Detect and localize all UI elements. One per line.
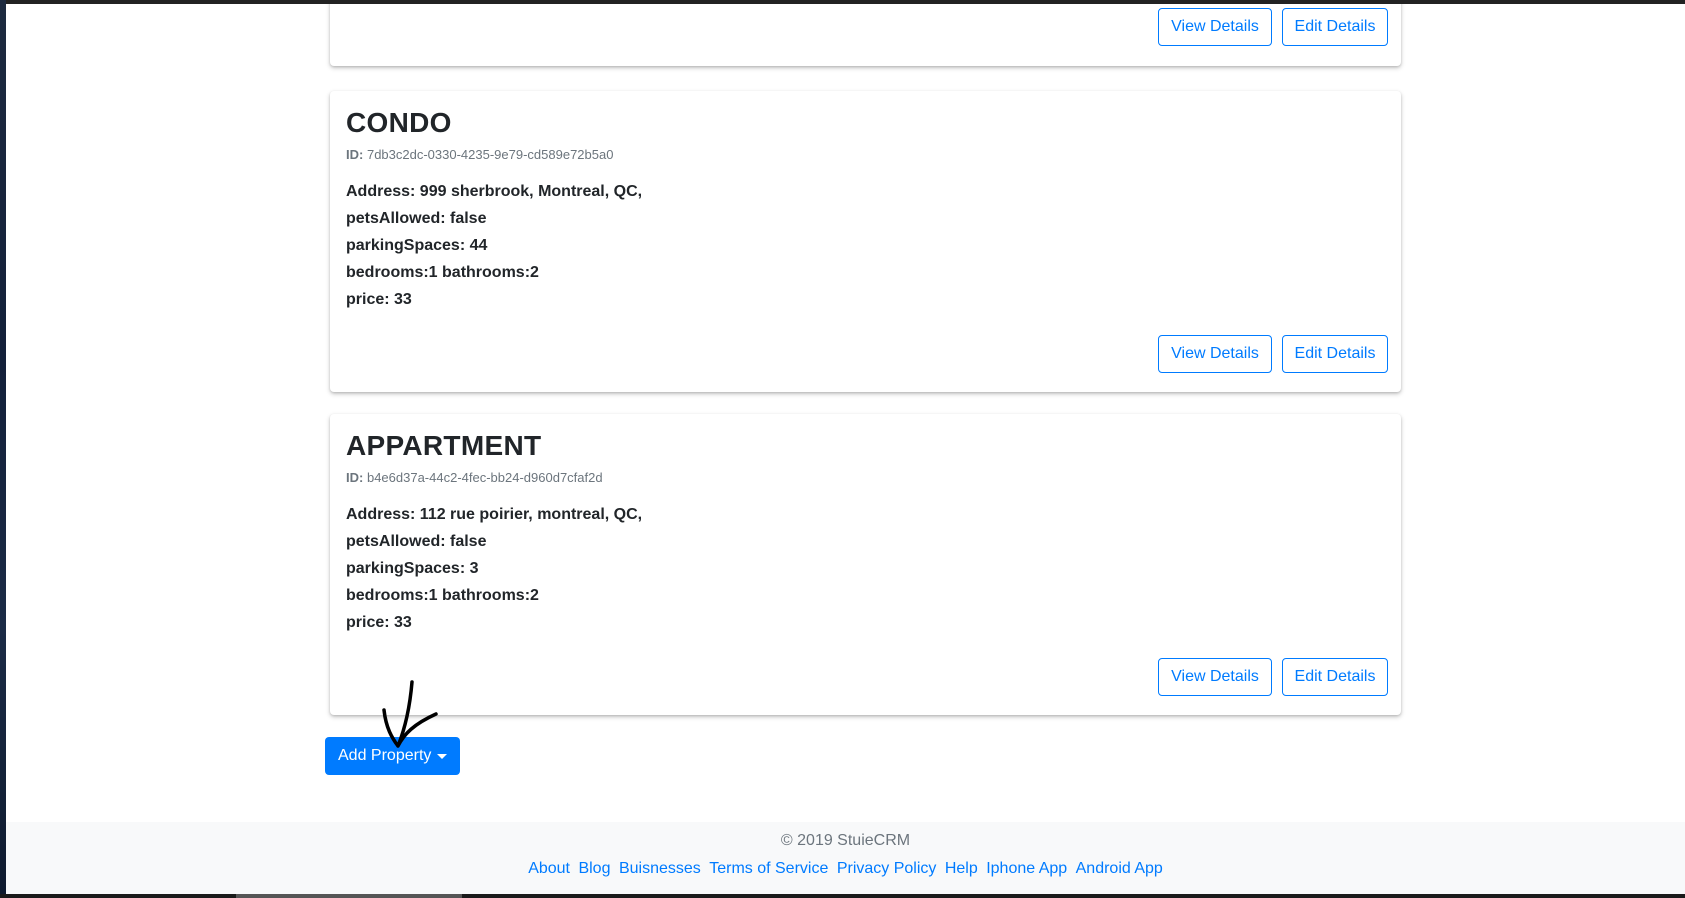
view-details-button[interactable]: View Details — [1158, 658, 1272, 696]
edit-details-button[interactable]: Edit Details — [1282, 658, 1388, 696]
footer-links: About Blog Buisnesses Terms of Service P… — [6, 860, 1685, 878]
page-viewport: View Details Edit Details CONDO ID: 7db3… — [6, 4, 1685, 894]
footer-link-android-app[interactable]: Android App — [1076, 860, 1163, 877]
property-price: price: 33 — [346, 614, 412, 631]
property-parking-spaces: parkingSpaces: 3 — [346, 560, 479, 577]
property-address: Address: 112 rue poirier, montreal, QC, — [346, 506, 643, 523]
property-parking-spaces: parkingSpaces: 44 — [346, 237, 488, 254]
footer-link-privacy[interactable]: Privacy Policy — [837, 860, 937, 877]
footer-link-about[interactable]: About — [528, 860, 570, 877]
property-pets-allowed: petsAllowed: false — [346, 533, 487, 550]
property-pets-allowed: petsAllowed: false — [346, 210, 487, 227]
footer-link-terms[interactable]: Terms of Service — [709, 860, 828, 877]
property-address: Address: 999 sherbrook, Montreal, QC, — [346, 183, 643, 200]
footer-link-help[interactable]: Help — [945, 860, 978, 877]
view-details-button[interactable]: View Details — [1158, 335, 1272, 373]
edit-details-button[interactable]: Edit Details — [1282, 335, 1388, 373]
property-id: ID: b4e6d37a-44c2-4fec-bb24-d960d7cfaf2d — [346, 470, 603, 485]
property-title: APPARTMENT — [346, 430, 542, 461]
property-id-label: ID: — [346, 147, 364, 162]
add-property-dropdown-button[interactable]: Add Property — [325, 737, 460, 775]
view-details-button[interactable]: View Details — [1158, 8, 1272, 46]
property-card: CONDO ID: 7db3c2dc-0330-4235-9e79-cd589e… — [330, 91, 1401, 392]
scrollbar-thumb — [236, 894, 462, 898]
caret-down-icon — [437, 754, 447, 759]
footer-link-iphone-app[interactable]: Iphone App — [986, 860, 1067, 877]
property-card: View Details Edit Details — [330, 4, 1401, 66]
add-property-label: Add Property — [338, 747, 432, 764]
property-rooms: bedrooms:1 bathrooms:2 — [346, 587, 539, 604]
property-id-value: b4e6d37a-44c2-4fec-bb24-d960d7cfaf2d — [366, 470, 603, 485]
property-price: price: 33 — [346, 291, 412, 308]
window-bottom-edge — [0, 894, 1685, 898]
copyright-text: © 2019 StuieCRM — [780, 832, 911, 849]
property-rooms: bedrooms:1 bathrooms:2 — [346, 264, 539, 281]
property-id-label: ID: — [346, 470, 364, 485]
edit-details-button[interactable]: Edit Details — [1282, 8, 1388, 46]
footer: © 2019 StuieCRM About Blog Buisnesses Te… — [6, 822, 1685, 894]
property-id-value: 7db3c2dc-0330-4235-9e79-cd589e72b5a0 — [366, 147, 614, 162]
property-id: ID: 7db3c2dc-0330-4235-9e79-cd589e72b5a0 — [346, 147, 613, 162]
footer-link-blog[interactable]: Blog — [578, 860, 610, 877]
footer-link-businesses[interactable]: Buisnesses — [619, 860, 701, 877]
property-title: CONDO — [346, 107, 452, 138]
property-card: APPARTMENT ID: b4e6d37a-44c2-4fec-bb24-d… — [330, 414, 1401, 715]
